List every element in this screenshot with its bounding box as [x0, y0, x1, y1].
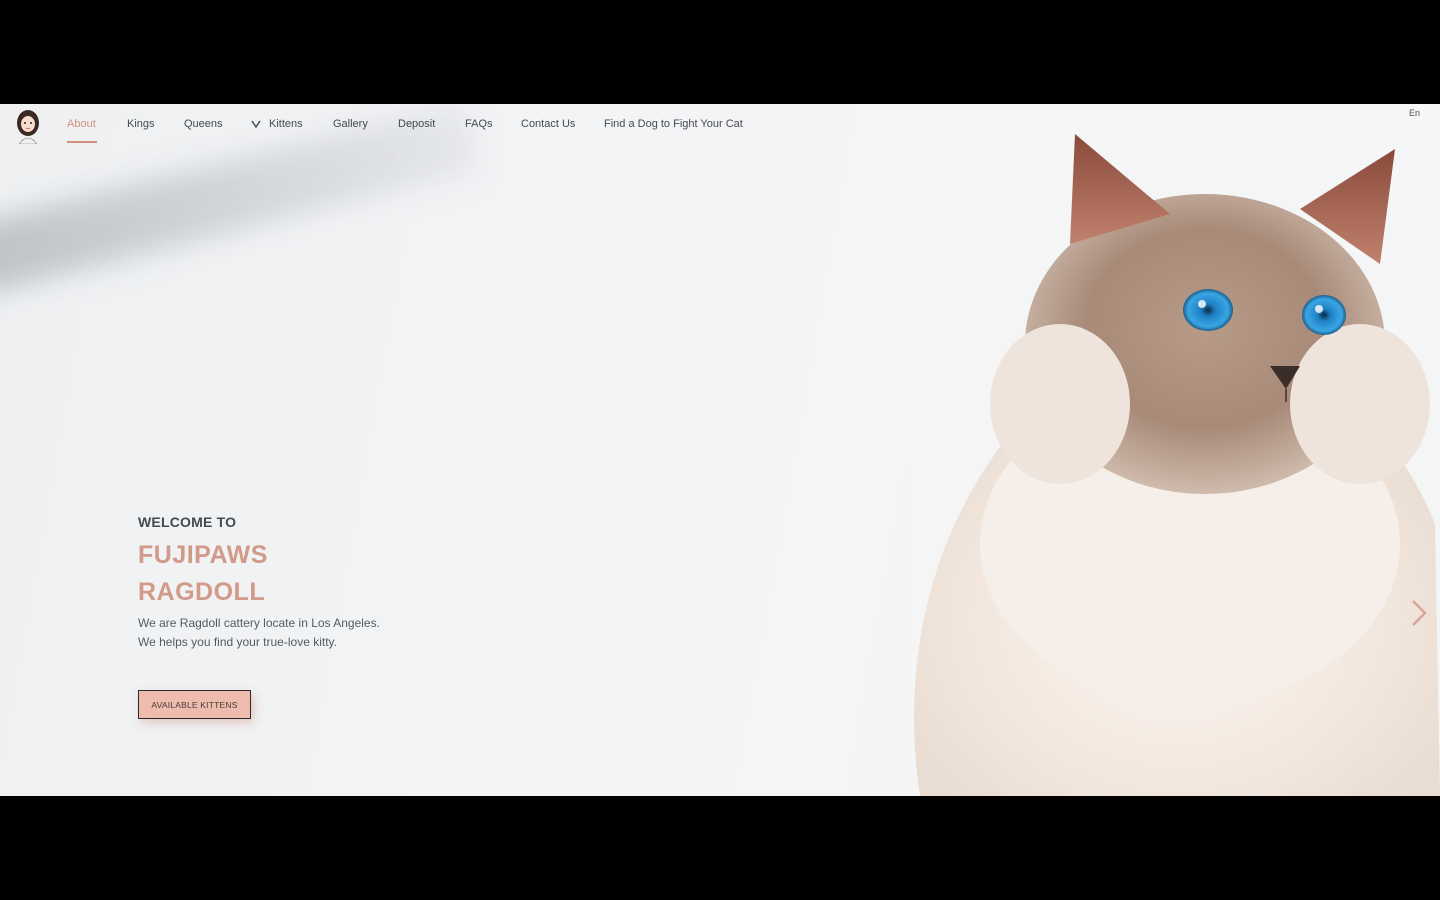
brand-name-line2: RAGDOLL: [138, 578, 266, 606]
hero-section: About Kings Queens Kittens Gallery Depos…: [0, 104, 1440, 796]
welcome-heading: WELCOME TO: [138, 514, 237, 530]
nav-item-deposit[interactable]: Deposit: [398, 118, 435, 130]
nav-item-gallery[interactable]: Gallery: [333, 118, 368, 130]
hero-description-line2: We helps you find your true-love kitty.: [138, 635, 337, 649]
nav-item-about[interactable]: About: [67, 118, 96, 130]
brand-name-line1: FUJIPAWS: [138, 541, 268, 569]
hero-description-line1: We are Ragdoll cattery locate in Los Ang…: [138, 616, 380, 630]
available-kittens-button[interactable]: AVAILABLE KITTENS: [138, 690, 251, 719]
nav-item-contact-us[interactable]: Contact Us: [521, 118, 575, 130]
ragdoll-cat-image: [914, 134, 1440, 796]
nav-item-queens[interactable]: Queens: [184, 118, 223, 130]
nav-item-kings[interactable]: Kings: [127, 118, 155, 130]
nav-item-kittens[interactable]: Kittens: [269, 118, 303, 130]
active-nav-indicator: [67, 141, 97, 143]
top-navigation: About Kings Queens Kittens Gallery Depos…: [0, 104, 1440, 148]
nav-item-find-dog[interactable]: Find a Dog to Fight Your Cat: [604, 118, 743, 130]
chevron-down-icon[interactable]: [250, 118, 262, 130]
nav-item-faqs[interactable]: FAQs: [465, 118, 493, 130]
language-selector[interactable]: En: [1409, 108, 1420, 118]
girl-avatar-logo[interactable]: [14, 108, 42, 144]
chevron-right-icon[interactable]: [1408, 598, 1430, 628]
